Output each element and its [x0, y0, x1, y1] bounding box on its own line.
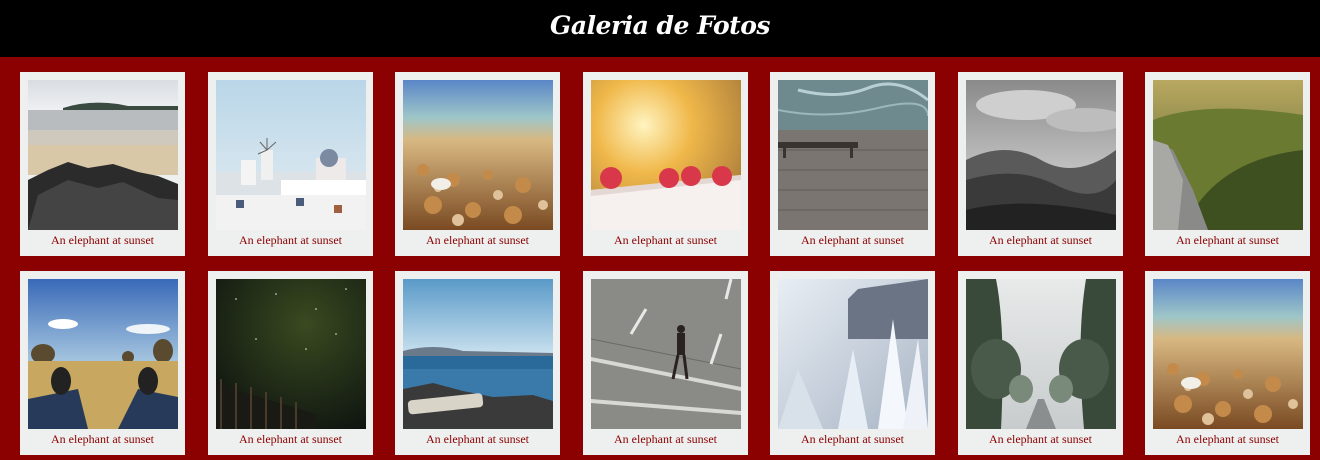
photo-card[interactable]: An elephant at sunset	[958, 271, 1123, 455]
photo-card[interactable]: An elephant at sunset	[20, 72, 185, 256]
photo-card[interactable]: An elephant at sunset	[395, 271, 560, 455]
photo-santorini-windmills	[216, 80, 366, 230]
photo-card[interactable]: An elephant at sunset	[583, 72, 748, 256]
page-title: Galeria de Fotos	[550, 11, 770, 40]
photo-caption: An elephant at sunset	[989, 432, 1092, 446]
photo-card[interactable]: An elephant at sunset	[20, 271, 185, 455]
photo-card[interactable]: An elephant at sunset	[583, 271, 748, 455]
photo-caption: An elephant at sunset	[1176, 233, 1279, 247]
photo-caption: An elephant at sunset	[239, 233, 342, 247]
photo-pebble-beach	[403, 80, 553, 230]
photo-caption: An elephant at sunset	[426, 432, 529, 446]
photo-card[interactable]: An elephant at sunset	[958, 72, 1123, 256]
photo-caption: An elephant at sunset	[989, 233, 1092, 247]
photo-raspberries	[591, 80, 741, 230]
photo-card[interactable]: An elephant at sunset	[208, 271, 373, 455]
photo-card[interactable]: An elephant at sunset	[208, 72, 373, 256]
photo-caption: An elephant at sunset	[51, 233, 154, 247]
photo-foggy-tree-road	[966, 279, 1116, 429]
photo-bw-valley	[966, 80, 1116, 230]
photo-caption: An elephant at sunset	[614, 432, 717, 446]
photo-card[interactable]: An elephant at sunset	[1145, 271, 1310, 455]
photo-beach-rocks	[28, 80, 178, 230]
photo-night-sky-fence	[216, 279, 366, 429]
photo-caption: An elephant at sunset	[51, 432, 154, 446]
photo-caption: An elephant at sunset	[801, 233, 904, 247]
photo-rocky-shore	[403, 279, 553, 429]
photo-caption: An elephant at sunset	[426, 233, 529, 247]
page-header: Galeria de Fotos	[0, 0, 1320, 57]
photo-pebble-beach	[1153, 279, 1303, 429]
photo-lake-pier-bench	[778, 80, 928, 230]
photo-caption: An elephant at sunset	[801, 432, 904, 446]
photo-caption: An elephant at sunset	[1176, 432, 1279, 446]
photo-feet-on-grass	[28, 279, 178, 429]
photo-card[interactable]: An elephant at sunset	[770, 72, 935, 256]
photo-caption: An elephant at sunset	[614, 233, 717, 247]
photo-caption: An elephant at sunset	[239, 432, 342, 446]
photo-card[interactable]: An elephant at sunset	[1145, 72, 1310, 256]
photo-card[interactable]: An elephant at sunset	[770, 271, 935, 455]
photo-man-crossing-street	[591, 279, 741, 429]
photo-card[interactable]: An elephant at sunset	[395, 72, 560, 256]
photo-forest-mountain	[1153, 80, 1303, 230]
photo-frosted-plants	[778, 279, 928, 429]
